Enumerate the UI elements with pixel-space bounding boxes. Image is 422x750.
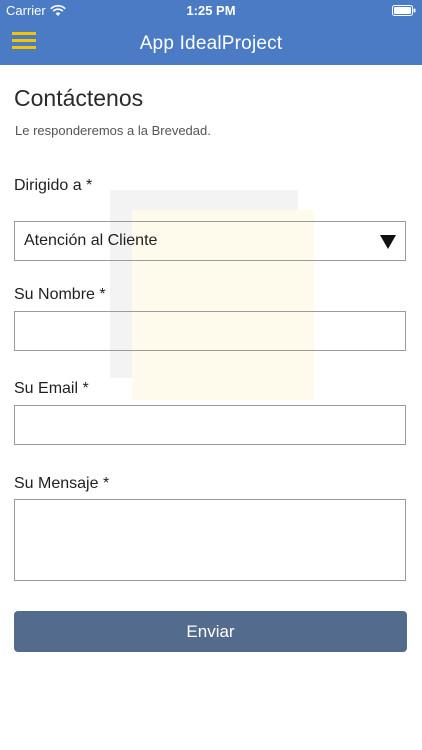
message-label: Su Mensaje * xyxy=(14,475,110,492)
recipient-select[interactable]: Atención al Cliente xyxy=(14,221,406,261)
name-input[interactable] xyxy=(14,311,406,351)
page-title: Contáctenos xyxy=(14,85,144,111)
email-input[interactable] xyxy=(14,405,406,445)
page-subtitle: Le responderemos a la Brevedad. xyxy=(15,123,211,138)
recipient-select-value: Atención al Cliente xyxy=(24,232,158,249)
submit-button-label: Enviar xyxy=(186,621,235,641)
email-label: Su Email * xyxy=(14,380,89,397)
submit-button[interactable]: Enviar xyxy=(14,611,407,652)
name-label: Su Nombre * xyxy=(14,286,106,303)
nav-bar: App IdealProject xyxy=(0,22,422,65)
recipient-label: Dirigido a * xyxy=(14,177,93,194)
status-time: 1:25 PM xyxy=(186,3,236,18)
app-title: App IdealProject xyxy=(139,33,283,54)
message-textarea[interactable] xyxy=(14,499,406,581)
battery-icon xyxy=(392,5,416,16)
status-bar: Carrier 1:25 PM xyxy=(0,0,422,22)
dropdown-triangle-icon xyxy=(380,235,396,249)
